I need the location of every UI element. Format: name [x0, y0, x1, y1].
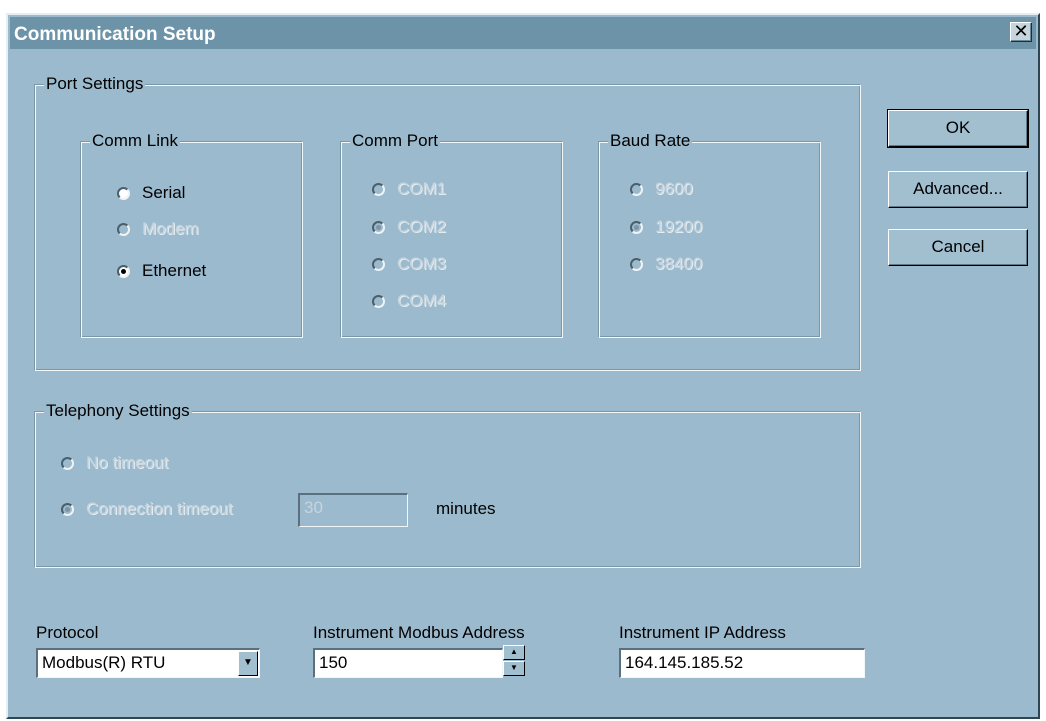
radio-9600-label: 9600 [655, 179, 693, 198]
modbus-address-label: Instrument Modbus Address [313, 623, 525, 642]
advanced-button[interactable]: Advanced... [888, 171, 1028, 208]
radio-serial[interactable]: Serial [117, 183, 185, 203]
radio-circle-checked [372, 220, 385, 234]
radio-circle [372, 182, 385, 196]
ip-address-input[interactable]: 164.145.185.52 [619, 648, 865, 678]
radio-circle [117, 186, 130, 200]
radio-ethernet-label: Ethernet [142, 261, 207, 280]
telephony-settings-label: Telephony Settings [44, 401, 192, 421]
radio-com4-label: COM4 [397, 291, 447, 310]
radio-connection-timeout-label: Connection timeout [86, 499, 233, 518]
comm-link-label: Comm Link [90, 131, 180, 151]
radio-circle-checked [630, 220, 643, 234]
radio-circle-checked [117, 264, 130, 278]
radio-38400-label: 38400 [655, 254, 703, 273]
ok-button[interactable]: OK [887, 109, 1029, 148]
comm-port-group: Comm Port COM1 COM2 COM3 COM4 [341, 131, 563, 338]
radio-19200-label: 19200 [655, 217, 703, 236]
radio-no-timeout-label: No timeout [86, 453, 169, 472]
port-settings-group: Port Settings Comm Link Serial Modem Eth… [35, 74, 861, 371]
radio-circle [117, 222, 130, 236]
radio-circle [372, 294, 385, 308]
close-button[interactable]: ✕ [1010, 22, 1032, 42]
radio-circle [372, 257, 385, 271]
protocol-label: Protocol [36, 623, 99, 642]
comm-link-group: Comm Link Serial Modem Ethernet [81, 131, 303, 338]
baud-rate-label: Baud Rate [608, 131, 693, 151]
radio-9600[interactable]: 9600 [630, 179, 693, 199]
baud-rate-group: Baud Rate 9600 19200 38400 [599, 131, 821, 338]
radio-circle [630, 257, 643, 271]
radio-modem-label: Modem [142, 219, 199, 238]
comm-port-label: Comm Port [350, 131, 440, 151]
radio-com4[interactable]: COM4 [372, 291, 446, 311]
radio-circle [630, 182, 643, 196]
ip-address-label: Instrument IP Address [619, 623, 786, 642]
radio-com3[interactable]: COM3 [372, 254, 446, 274]
telephony-settings-group: Telephony Settings No timeout Connection… [35, 401, 861, 568]
title-bar[interactable]: Communication Setup ✕ [10, 17, 1036, 49]
radio-modem[interactable]: Modem [117, 219, 199, 239]
radio-com1[interactable]: COM1 [372, 179, 446, 199]
close-icon: ✕ [1013, 21, 1029, 41]
radio-com2[interactable]: COM2 [372, 217, 446, 237]
radio-serial-label: Serial [142, 183, 186, 202]
radio-com1-label: COM1 [397, 179, 447, 198]
radio-ethernet[interactable]: Ethernet [117, 261, 206, 281]
radio-no-timeout[interactable]: No timeout [61, 453, 168, 473]
radio-connection-timeout[interactable]: Connection timeout [61, 499, 232, 519]
cancel-button[interactable]: Cancel [888, 229, 1028, 266]
protocol-dropdown[interactable]: Modbus(R) RTU ▼ [36, 648, 260, 678]
window-title: Communication Setup [14, 24, 216, 45]
radio-38400[interactable]: 38400 [630, 254, 702, 274]
spin-down-icon[interactable]: ▼ [503, 661, 525, 676]
spin-up-icon[interactable]: ▲ [503, 645, 525, 660]
radio-circle-checked [61, 502, 74, 516]
chevron-down-icon[interactable]: ▼ [238, 651, 258, 676]
protocol-value: Modbus(R) RTU [42, 653, 166, 672]
port-settings-label: Port Settings [44, 74, 146, 94]
modbus-address-input[interactable]: 150 [313, 648, 503, 678]
radio-19200[interactable]: 19200 [630, 217, 702, 237]
radio-com2-label: COM2 [397, 217, 447, 236]
timeout-unit-label: minutes [436, 499, 496, 518]
radio-circle [61, 456, 74, 470]
communication-setup-dialog: Communication Setup ✕ Port Settings Comm… [6, 13, 1040, 719]
radio-com3-label: COM3 [397, 254, 447, 273]
timeout-input[interactable]: 30 [298, 493, 408, 527]
